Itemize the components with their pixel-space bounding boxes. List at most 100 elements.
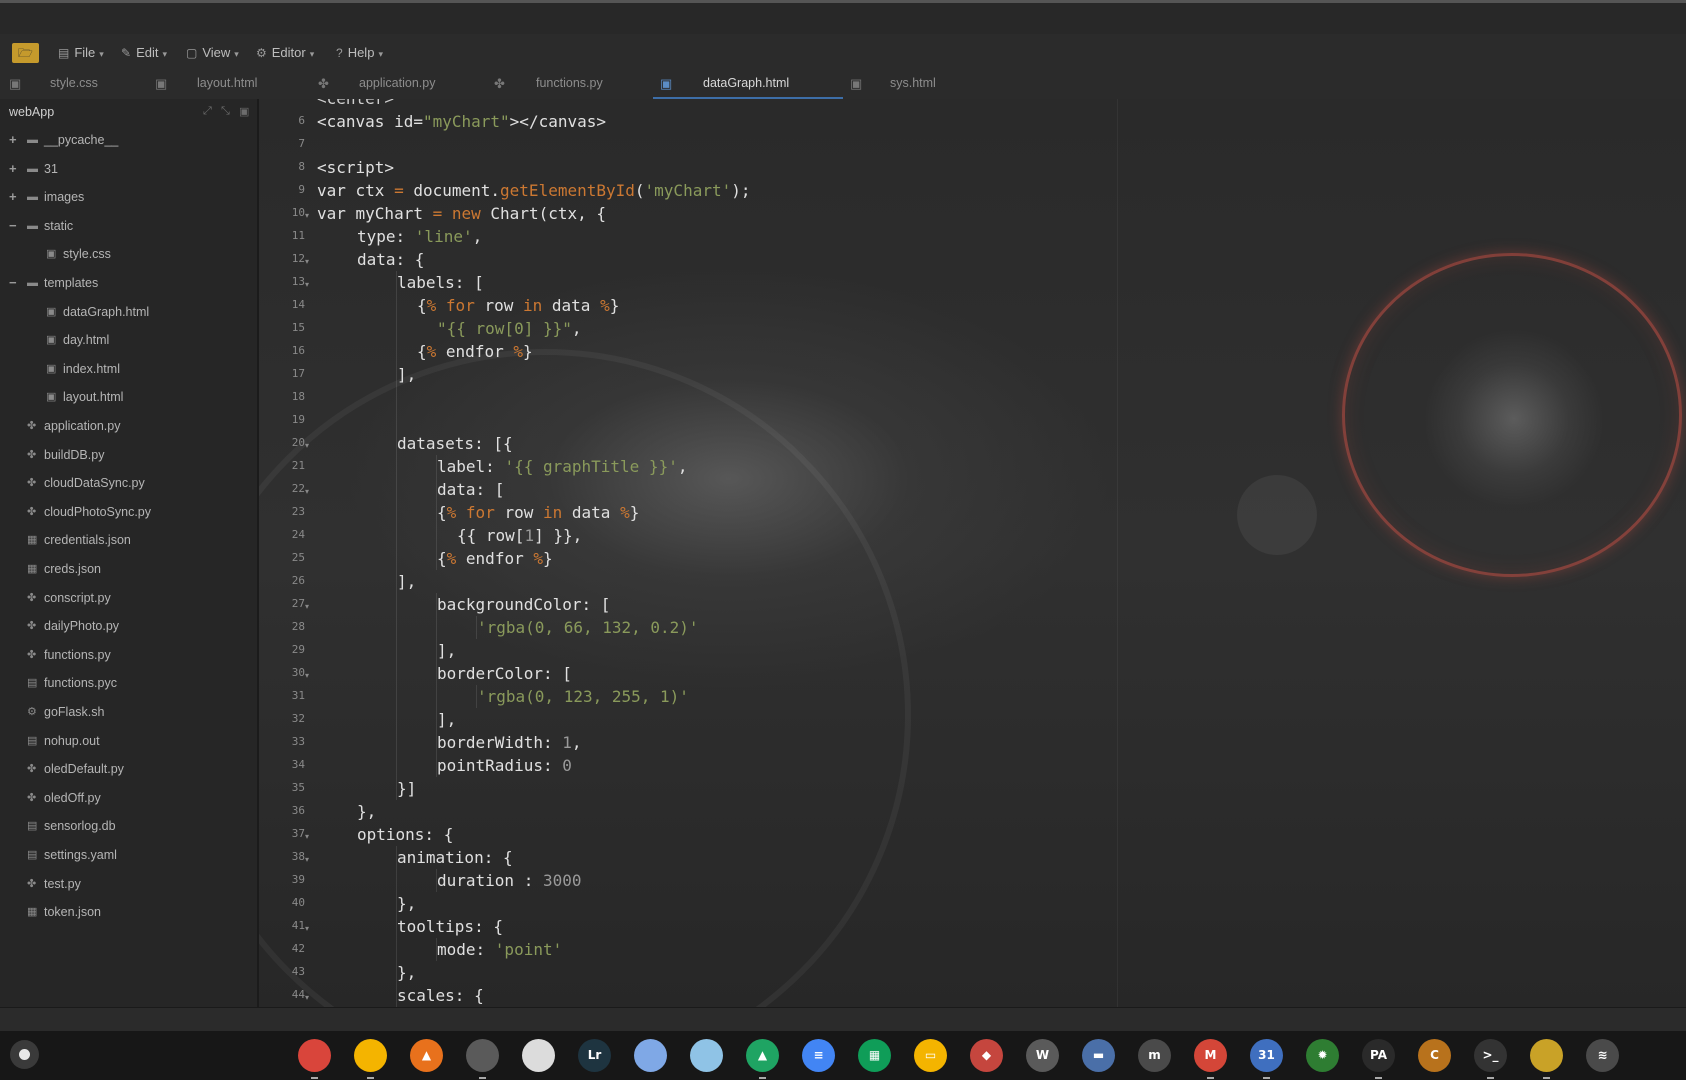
fold-icon[interactable]: ▾ bbox=[305, 211, 309, 220]
drive-icon[interactable]: ▲ bbox=[746, 1039, 779, 1079]
tree-item[interactable]: ✤ oledOff.py bbox=[0, 784, 257, 812]
tree-item[interactable]: ▤ functions.pyc bbox=[0, 669, 257, 697]
open-folder-button[interactable]: 🗁 bbox=[12, 43, 39, 63]
code-token: data bbox=[562, 503, 621, 522]
tree-item[interactable]: ✤ application.py bbox=[0, 412, 257, 440]
tree-item[interactable]: ✤ cloudDataSync.py bbox=[0, 469, 257, 497]
fold-icon[interactable]: ▾ bbox=[305, 832, 309, 841]
tree-item[interactable]: ✤ functions.py bbox=[0, 641, 257, 669]
code-editor[interactable]: 6 7 8 9 10 ▾ 11 12 ▾ 13 ▾ 14 15 16 17 18 19 20 ▾ 21 22 ▾ 23 24 2… bbox=[259, 99, 1686, 1007]
tree-item[interactable]: ▦ credentials.json bbox=[0, 526, 257, 554]
chrome-icon[interactable] bbox=[298, 1039, 331, 1079]
wordpress-icon[interactable]: W bbox=[1026, 1039, 1059, 1072]
expand-folder-icon[interactable]: + bbox=[9, 155, 17, 183]
database-icon[interactable]: ≋ bbox=[1586, 1039, 1619, 1072]
menu-view[interactable]: ▢ View ▾ bbox=[186, 43, 239, 63]
tree-item[interactable]: ▣ index.html bbox=[0, 355, 257, 383]
tree-item[interactable]: ▣ dataGraph.html bbox=[0, 298, 257, 326]
tab-datagraph-html[interactable]: ▣ dataGraph.html bbox=[653, 68, 843, 99]
expand-folder-icon[interactable]: + bbox=[9, 126, 17, 154]
tab-style-css[interactable]: ▣ style.css bbox=[0, 68, 150, 99]
tree-item[interactable]: ✤ oledDefault.py bbox=[0, 755, 257, 783]
android-settings-icon[interactable]: ✹ bbox=[1306, 1039, 1339, 1072]
keep-icon[interactable] bbox=[1530, 1039, 1563, 1079]
tree-item[interactable]: ▣ day.html bbox=[0, 326, 257, 354]
tree-item[interactable]: + ▬ images bbox=[0, 183, 257, 211]
fold-icon[interactable]: ▾ bbox=[305, 602, 309, 611]
sheets-icon[interactable]: ▦ bbox=[858, 1039, 891, 1072]
terminal-icon[interactable]: >_ bbox=[1474, 1039, 1507, 1079]
tab-sys-html[interactable]: ▣ sys.html bbox=[843, 68, 985, 99]
tree-item[interactable]: ✤ conscript.py bbox=[0, 584, 257, 612]
tree-item[interactable]: + ▬ __pycache__ bbox=[0, 126, 257, 154]
tree-item[interactable]: ▤ sensorlog.db bbox=[0, 812, 257, 840]
codepad-icon[interactable]: PA bbox=[1362, 1039, 1395, 1079]
code-token: ], bbox=[397, 572, 417, 591]
code-content[interactable]: <center> <canvas id="myChart"></canvas><… bbox=[317, 99, 1667, 1007]
tree-item[interactable]: + ▬ 31 bbox=[0, 155, 257, 183]
launcher-button[interactable] bbox=[10, 1040, 39, 1069]
collapse-folder-icon[interactable]: − bbox=[9, 212, 17, 240]
tree-item[interactable]: ✤ dailyPhoto.py bbox=[0, 612, 257, 640]
tree-item[interactable]: ✤ buildDB.py bbox=[0, 441, 257, 469]
code-line: ], bbox=[397, 363, 416, 386]
tree-item[interactable]: ▦ token.json bbox=[0, 898, 257, 926]
fold-icon[interactable]: ▾ bbox=[305, 441, 309, 450]
inkscape-icon[interactable] bbox=[522, 1039, 555, 1072]
tree-item[interactable]: ▣ style.css bbox=[0, 240, 257, 268]
paint-icon[interactable] bbox=[634, 1039, 667, 1072]
tree-item[interactable]: ▣ layout.html bbox=[0, 383, 257, 411]
fold-icon[interactable]: ▾ bbox=[305, 257, 309, 266]
line-number: 8 bbox=[298, 160, 305, 173]
gimp-icon[interactable] bbox=[466, 1039, 499, 1079]
indent-guide bbox=[396, 317, 397, 340]
tab-functions-py[interactable]: ✤ functions.py bbox=[490, 68, 653, 99]
fold-icon[interactable]: ▾ bbox=[305, 280, 309, 289]
menu-file[interactable]: ▤ File ▾ bbox=[58, 43, 104, 63]
tab-layout-html[interactable]: ▣ layout.html bbox=[150, 68, 315, 99]
collapse-folder-icon[interactable]: − bbox=[9, 269, 17, 297]
fold-icon[interactable]: ▾ bbox=[305, 924, 309, 933]
mastodon-icon[interactable]: m bbox=[1138, 1039, 1171, 1072]
calendar-icon[interactable]: 31 bbox=[1250, 1039, 1283, 1079]
tree-item-label: 31 bbox=[44, 161, 58, 176]
fold-icon[interactable]: ▾ bbox=[305, 487, 309, 496]
caret-editor-glyph: C bbox=[1430, 1048, 1439, 1062]
tree-item[interactable]: − ▬ static bbox=[0, 212, 257, 240]
lightroom-icon[interactable]: Lr bbox=[578, 1039, 611, 1072]
gallery-icon[interactable]: ▲ bbox=[410, 1039, 443, 1072]
menu-editor[interactable]: ⚙ Editor ▾ bbox=[256, 43, 314, 63]
code-token: % bbox=[426, 342, 437, 361]
menu-help[interactable]: ? Help ▾ bbox=[336, 43, 383, 63]
docs-icon[interactable]: ≡ bbox=[802, 1039, 835, 1072]
tree-item-label: test.py bbox=[44, 876, 81, 891]
photos-icon[interactable] bbox=[354, 1039, 387, 1079]
fold-icon[interactable]: ▾ bbox=[305, 671, 309, 680]
shield-icon[interactable] bbox=[690, 1039, 723, 1072]
files-icon[interactable]: ▬ bbox=[1082, 1039, 1115, 1072]
fold-icon[interactable]: ▾ bbox=[305, 855, 309, 864]
gmail-icon[interactable]: M bbox=[1194, 1039, 1227, 1079]
code-line: ], bbox=[437, 708, 456, 731]
close-panel-icon[interactable]: ▣ bbox=[239, 105, 249, 118]
tree-item-label: static bbox=[44, 218, 74, 233]
tree-item[interactable]: ▤ settings.yaml bbox=[0, 841, 257, 869]
collapse-icon[interactable]: ⤡ bbox=[221, 105, 230, 118]
tree-item[interactable]: − ▬ templates bbox=[0, 269, 257, 297]
tree-item[interactable]: ▤ nohup.out bbox=[0, 727, 257, 755]
slides-icon[interactable]: ▭ bbox=[914, 1039, 947, 1072]
tree-item[interactable]: ⚙ goFlask.sh bbox=[0, 698, 257, 726]
running-indicator bbox=[1375, 1077, 1382, 1079]
code-line: tooltips: { bbox=[397, 915, 503, 938]
tree-item[interactable]: ▦ creds.json bbox=[0, 555, 257, 583]
tree-item[interactable]: ✤ test.py bbox=[0, 870, 257, 898]
tab-application-py[interactable]: ✤ application.py bbox=[315, 68, 490, 99]
caret-editor-icon[interactable]: C bbox=[1418, 1039, 1451, 1072]
expand-folder-icon[interactable]: + bbox=[9, 183, 17, 211]
menu-edit[interactable]: ✎ Edit ▾ bbox=[121, 43, 167, 63]
expand-icon[interactable]: ⤢ bbox=[203, 105, 212, 118]
fold-icon[interactable]: ▾ bbox=[305, 993, 309, 1002]
tree-item[interactable]: ✤ cloudPhotoSync.py bbox=[0, 498, 257, 526]
document-viewer-icon[interactable]: ◆ bbox=[970, 1039, 1003, 1072]
